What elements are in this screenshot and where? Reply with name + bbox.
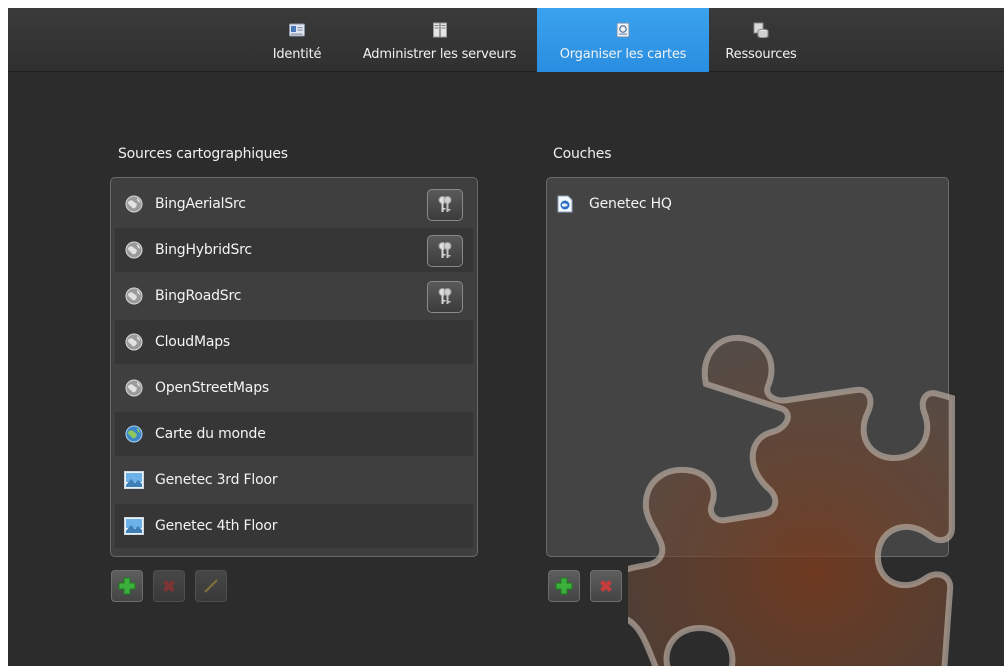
keys-icon	[438, 242, 452, 258]
list-item-label: BingAerialSrc	[155, 196, 246, 212]
credentials-button[interactable]	[427, 189, 463, 221]
list-item-label: Genetec 3rd Floor	[155, 472, 278, 488]
server-icon	[432, 19, 447, 41]
list-item-genetec-hq[interactable]: Genetec HQ	[555, 191, 672, 217]
map-settings-window: Identité Administrer les serveurs Organi…	[8, 8, 1004, 666]
map-icon	[616, 19, 630, 41]
tab-ressources[interactable]: Ressources	[709, 8, 813, 72]
pencil-icon	[204, 579, 218, 593]
list-item-label: BingHybridSrc	[155, 242, 252, 258]
map-sources-list[interactable]: BingAerialSrc BingHybridSrc BingRoadSrc …	[110, 177, 478, 557]
layers-list[interactable]: Genetec HQ	[546, 177, 949, 557]
list-item-carte-du-monde[interactable]: Carte du monde	[115, 412, 473, 456]
tab-administrer-serveurs[interactable]: Administrer les serveurs	[343, 8, 536, 72]
list-item-bing-aerial[interactable]: BingAerialSrc	[115, 182, 473, 226]
delete-source-button[interactable]	[153, 570, 185, 602]
plus-icon	[555, 577, 573, 595]
credentials-button[interactable]	[427, 281, 463, 313]
delete-layer-button[interactable]	[590, 570, 622, 602]
globe-gray-icon	[123, 285, 145, 307]
list-item-bing-hybrid[interactable]: BingHybridSrc	[115, 228, 473, 272]
globe-gray-icon	[123, 377, 145, 399]
list-item-label: BingRoadSrc	[155, 288, 242, 304]
tab-label: Administrer les serveurs	[362, 47, 517, 62]
list-item-genetec-4th-floor[interactable]: Genetec 4th Floor	[115, 504, 473, 548]
keys-icon	[438, 196, 452, 212]
edit-source-button[interactable]	[195, 570, 227, 602]
keys-icon	[438, 288, 452, 304]
layer-document-icon	[555, 194, 575, 214]
credentials-button[interactable]	[427, 235, 463, 267]
globe-gray-icon	[123, 239, 145, 261]
globe-color-icon	[123, 423, 145, 445]
tab-label: Ressources	[725, 47, 797, 62]
list-item-cloudmaps[interactable]: CloudMaps	[115, 320, 473, 364]
list-item-label: Carte du monde	[155, 426, 266, 442]
list-item-openstreetmaps[interactable]: OpenStreetMaps	[115, 366, 473, 410]
delete-x-icon	[600, 580, 612, 592]
id-card-icon	[289, 19, 305, 41]
tab-organiser-cartes[interactable]: Organiser les cartes	[537, 8, 709, 72]
add-layer-button[interactable]	[548, 570, 580, 602]
sources-title: Sources cartographiques	[118, 146, 288, 162]
globe-gray-icon	[123, 193, 145, 215]
list-item-bing-road[interactable]: BingRoadSrc	[115, 274, 473, 318]
top-tab-bar: Identité Administrer les serveurs Organi…	[8, 8, 1004, 72]
plus-icon	[118, 577, 136, 595]
add-source-button[interactable]	[111, 570, 143, 602]
tab-identite[interactable]: Identité	[259, 8, 335, 72]
database-icon	[753, 19, 769, 41]
tab-label: Organiser les cartes	[559, 47, 687, 62]
list-item-genetec-3rd-floor[interactable]: Genetec 3rd Floor	[115, 458, 473, 502]
layers-title: Couches	[553, 146, 612, 162]
list-item-label: Genetec 4th Floor	[155, 518, 278, 534]
list-item-label: CloudMaps	[155, 334, 231, 350]
globe-gray-icon	[123, 331, 145, 353]
tab-label: Identité	[272, 47, 322, 62]
list-item-label: OpenStreetMaps	[155, 380, 269, 396]
list-item-label: Genetec HQ	[589, 196, 672, 212]
delete-x-icon	[163, 580, 175, 592]
image-icon	[123, 469, 145, 491]
image-icon	[123, 515, 145, 537]
